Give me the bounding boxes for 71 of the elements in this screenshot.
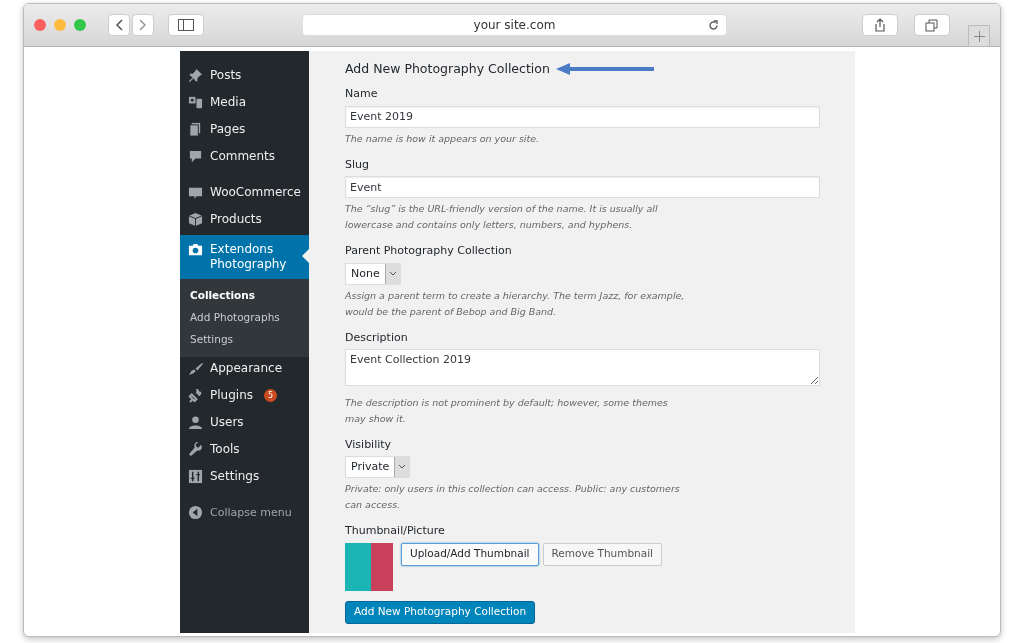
reload-icon[interactable] xyxy=(708,20,719,31)
wrench-icon xyxy=(188,442,203,457)
textarea-field[interactable]: Event Collection 2019 xyxy=(345,349,820,386)
caret-icon xyxy=(388,270,397,277)
menu-item[interactable]: Extendons Photography xyxy=(180,235,309,279)
plug-icon xyxy=(188,388,203,403)
field-label: Visibility xyxy=(345,436,393,453)
back-icon xyxy=(115,19,123,31)
menu-item[interactable]: Collapse menu xyxy=(180,501,309,528)
box-icon xyxy=(188,212,203,227)
menu-item[interactable]: Plugins 5 xyxy=(180,384,309,411)
thumbnail-button[interactable]: Remove Thumbnail xyxy=(542,542,663,566)
submenu-item[interactable]: Settings xyxy=(180,328,309,350)
back-button[interactable] xyxy=(108,14,130,36)
new-tab-button[interactable] xyxy=(968,25,990,47)
submit-button[interactable]: Add New Photography Collection xyxy=(345,600,536,624)
submenu-item[interactable]: Add Photographs xyxy=(180,306,309,328)
plus-icon xyxy=(973,30,985,42)
menu-item[interactable]: Tools xyxy=(180,438,309,465)
thumbnail-button[interactable]: Upload/Add Thumbnail xyxy=(401,542,539,566)
brush-icon xyxy=(188,361,203,376)
user-icon xyxy=(188,415,203,430)
text-field[interactable]: Event 2019 xyxy=(345,105,820,128)
submenu-item[interactable]: Collections xyxy=(180,284,309,306)
caret-icon xyxy=(398,464,407,470)
menu-item[interactable]: Comments xyxy=(180,145,309,172)
field-label: Thumbnail/Picture xyxy=(345,523,446,539)
select-field[interactable]: Private xyxy=(345,456,411,478)
field-description: Private: only users in this collection can access. Public: any customers can access. xyxy=(345,482,681,512)
field-label: Slug xyxy=(345,156,370,173)
field-description: The “slug” is the URL-friendly version of the name. It is usually all lowercase and contains only letters, numbers, and hyphens. xyxy=(345,202,659,232)
menu-item[interactable]: Posts xyxy=(180,64,309,91)
text-field[interactable]: Event xyxy=(345,176,820,198)
maximize-icon[interactable] xyxy=(74,19,86,31)
minimize-icon[interactable] xyxy=(54,19,66,31)
media-icon xyxy=(188,95,203,110)
forward-icon xyxy=(139,19,147,31)
photo-placeholder xyxy=(345,542,393,591)
field-label: Description xyxy=(345,329,409,346)
sidebar-icon xyxy=(178,19,194,31)
menu-item[interactable]: Appearance xyxy=(180,357,309,384)
menu-item[interactable]: Settings xyxy=(180,465,309,492)
sidebar-button[interactable] xyxy=(168,14,204,36)
field-label: Parent Photography Collection xyxy=(345,243,513,259)
sliders-icon xyxy=(188,469,203,484)
speech-bubble-icon xyxy=(188,185,203,200)
select-field[interactable]: None xyxy=(345,262,401,285)
menu-item[interactable]: Pages xyxy=(180,118,309,145)
close-icon[interactable] xyxy=(34,19,46,31)
tabs-button[interactable] xyxy=(914,14,950,36)
pin-icon xyxy=(188,68,203,83)
collapse-icon xyxy=(188,505,203,520)
menu-item[interactable]: Users xyxy=(180,411,309,438)
comment-icon xyxy=(188,149,203,164)
share-icon xyxy=(874,18,886,32)
menu-item[interactable]: WooCommerce xyxy=(180,181,309,208)
menu-item[interactable]: Media xyxy=(180,91,309,118)
address-bar[interactable]: your site.com xyxy=(302,14,727,36)
menu-item[interactable]: Products xyxy=(180,208,309,235)
field-description: Assign a parent term to create a hierarchy. The term Jazz, for example, would be the parent of Bebop and Big Band. xyxy=(345,288,685,319)
form-title: Add New Photography Collection xyxy=(345,61,550,76)
field-label: Name xyxy=(345,86,379,102)
camera-icon xyxy=(188,242,203,257)
pages-icon xyxy=(188,122,203,137)
field-description: The description is not prominent by default; however, some themes may show it. xyxy=(345,395,669,426)
url-text: your site.com xyxy=(473,17,556,34)
field-description: The name is how it appears on your site. xyxy=(345,131,541,146)
forward-button[interactable] xyxy=(132,14,154,36)
share-button[interactable] xyxy=(862,14,898,36)
update-count-badge: 5 xyxy=(264,389,278,402)
tabs-icon xyxy=(925,18,939,32)
